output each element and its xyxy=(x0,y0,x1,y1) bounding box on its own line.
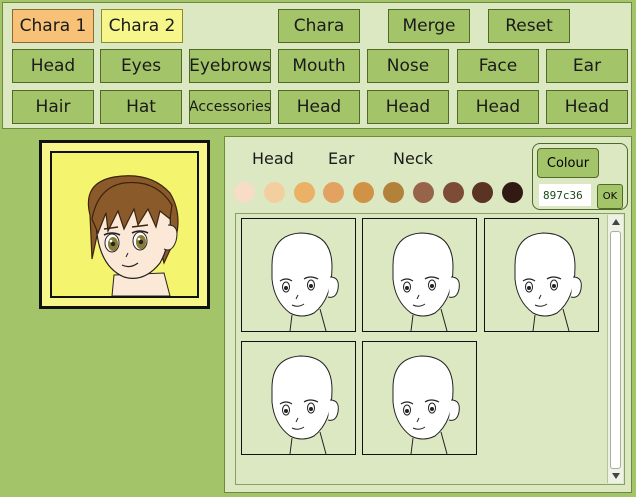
top-toolbar: Chara 1 Chara 2 Chara Merge Reset Head E… xyxy=(2,2,632,129)
chara-2-button[interactable]: Chara 2 xyxy=(101,9,183,43)
category-hair-button[interactable]: Hair xyxy=(12,90,94,124)
scroll-down-arrow[interactable] xyxy=(612,473,620,479)
category-head-button-3[interactable]: Head xyxy=(367,90,449,124)
skin-swatch[interactable] xyxy=(323,182,345,203)
colour-hex-input[interactable] xyxy=(539,184,591,206)
category-face-button[interactable]: Face xyxy=(457,49,539,83)
skin-swatch[interactable] xyxy=(383,182,404,203)
category-ear-button[interactable]: Ear xyxy=(546,49,628,83)
category-head-button[interactable]: Head xyxy=(12,49,94,83)
bald-head-drawing xyxy=(271,355,339,454)
chara-1-button[interactable]: Chara 1 xyxy=(12,9,94,43)
colour-ok-button[interactable]: OK xyxy=(597,184,623,209)
tab-head[interactable]: Head xyxy=(252,149,294,168)
head-option-thumbnail[interactable] xyxy=(484,218,599,332)
head-option-thumbnail[interactable] xyxy=(241,218,356,332)
head-option-thumbnail[interactable] xyxy=(362,218,477,332)
tab-ear[interactable]: Ear xyxy=(328,149,355,168)
grid-scrollbar[interactable] xyxy=(607,215,623,483)
merge-button[interactable]: Merge xyxy=(388,9,470,43)
skin-swatch[interactable] xyxy=(234,182,255,203)
character-avatar xyxy=(87,175,179,296)
skin-swatch[interactable] xyxy=(412,182,434,203)
colour-picker: Colour OK xyxy=(532,143,628,210)
category-eyebrows-button[interactable]: Eyebrows xyxy=(189,49,271,83)
category-nose-button[interactable]: Nose xyxy=(367,49,449,83)
category-mouth-button[interactable]: Mouth xyxy=(278,49,360,83)
skin-swatch[interactable] xyxy=(353,182,375,203)
character-preview-frame xyxy=(39,140,210,309)
scroll-up-arrow[interactable] xyxy=(612,219,620,225)
category-head-button-4[interactable]: Head xyxy=(457,90,539,124)
skin-swatch[interactable] xyxy=(263,182,285,203)
skin-swatch[interactable] xyxy=(472,182,494,203)
bald-head-drawing xyxy=(514,232,582,331)
bald-head-drawing xyxy=(392,355,460,454)
category-eyes-button[interactable]: Eyes xyxy=(100,49,182,83)
bald-head-drawing xyxy=(392,232,460,331)
character-preview xyxy=(50,151,199,298)
reset-button[interactable]: Reset xyxy=(488,9,570,43)
scroll-thumb[interactable] xyxy=(610,231,621,469)
skin-swatch[interactable] xyxy=(293,182,315,203)
category-head-button-5[interactable]: Head xyxy=(546,90,628,124)
skin-swatch[interactable] xyxy=(502,182,524,203)
bald-head-drawing xyxy=(271,232,339,331)
category-accessories-button[interactable]: Accessories xyxy=(189,90,271,124)
category-hat-button[interactable]: Hat xyxy=(100,90,182,124)
colour-button[interactable]: Colour xyxy=(537,148,599,178)
tab-neck[interactable]: Neck xyxy=(393,149,433,168)
skin-swatch[interactable] xyxy=(442,182,464,203)
category-head-button-2[interactable]: Head xyxy=(278,90,360,124)
chara-button[interactable]: Chara xyxy=(278,9,360,43)
head-option-grid xyxy=(235,213,625,485)
parts-panel: Head Ear Neck Colour OK xyxy=(224,136,632,493)
head-option-thumbnail[interactable] xyxy=(241,341,356,455)
head-option-thumbnail[interactable] xyxy=(362,341,477,455)
